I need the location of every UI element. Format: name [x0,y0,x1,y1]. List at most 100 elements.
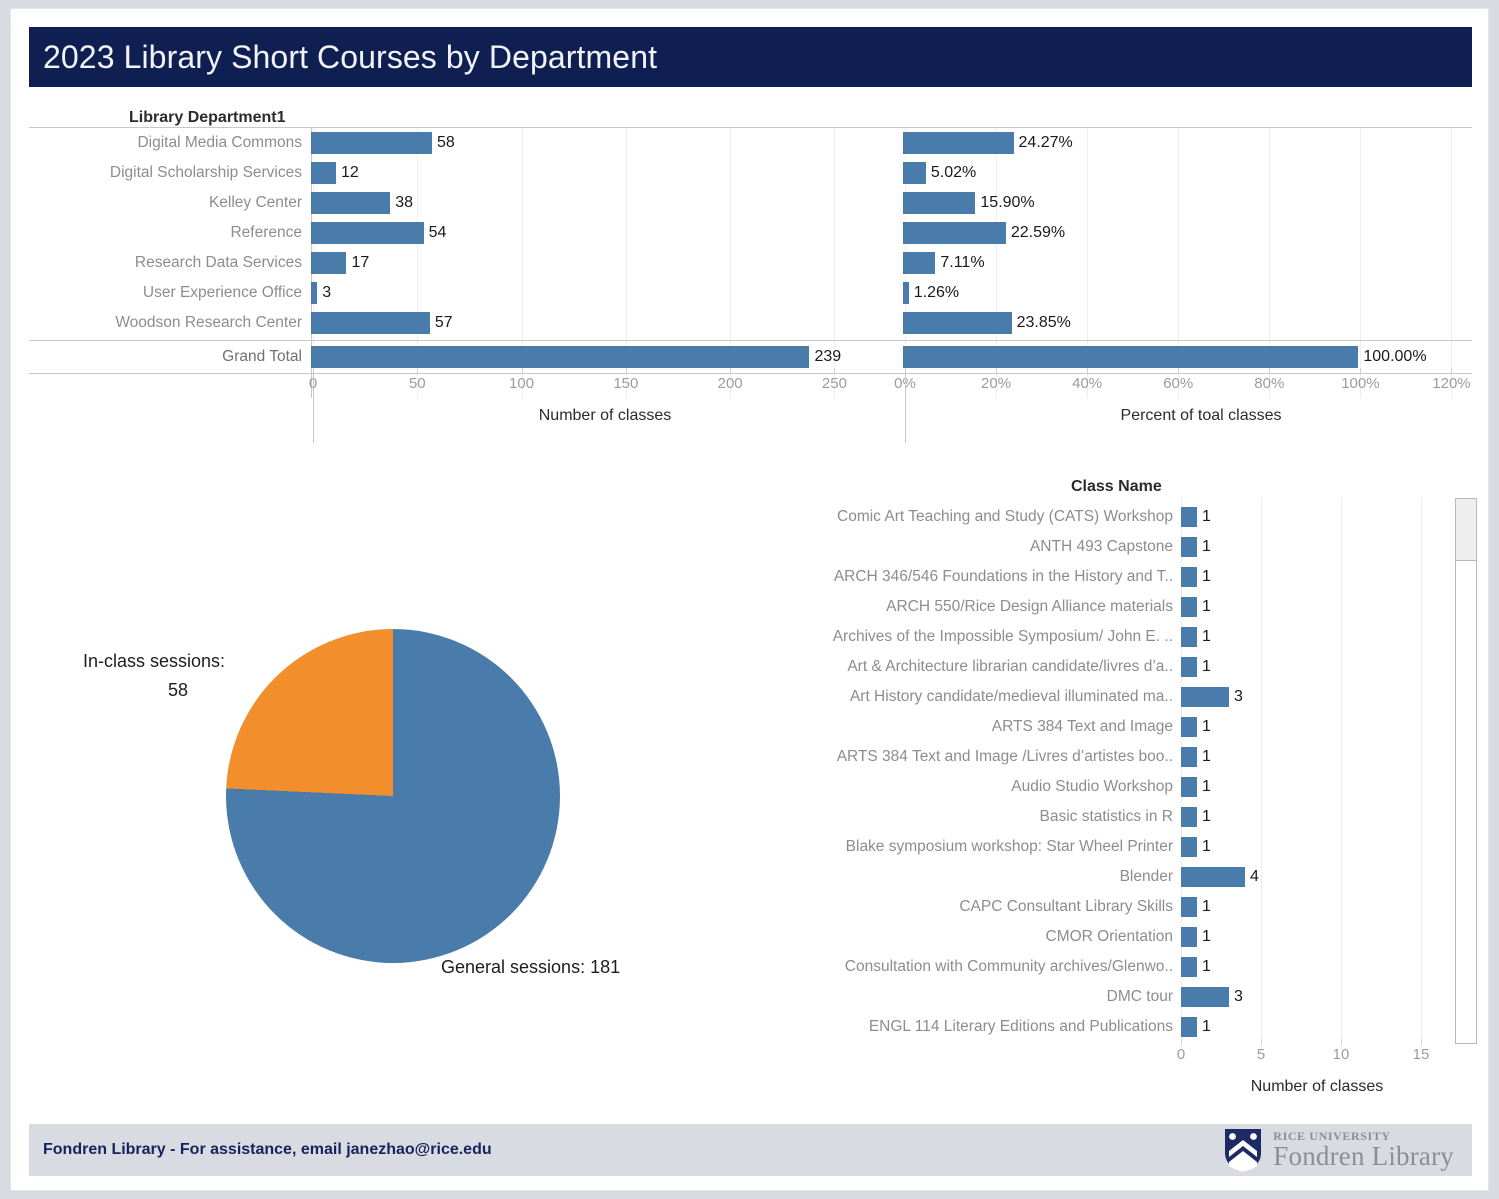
class-bar[interactable] [1181,927,1197,947]
dashboard-root: 2023 Library Short Courses by Department… [10,8,1489,1191]
percent-tick-label: 80% [1254,375,1285,392]
class-bar[interactable] [1181,567,1197,587]
class-bar-cell: 1 [1181,742,1453,772]
count-bar[interactable] [311,346,810,368]
percent-bar[interactable] [903,312,1012,334]
count-value-label: 57 [434,314,453,331]
class-name-label: ARCH 346/546 Foundations in the History … [833,568,1173,585]
count-bar-cell: 58 [311,132,895,154]
percent-bar-cell: 22.59% [903,222,1495,244]
class-bar[interactable] [1181,807,1197,827]
class-bar[interactable] [1181,597,1197,617]
class-value-label: 1 [1202,808,1211,825]
percent-bar[interactable] [903,162,926,184]
count-bar[interactable] [311,222,424,244]
class-row[interactable]: Consultation with Community archives/Gle… [741,952,1453,982]
department-row[interactable]: User Experience Office 3 1.26% [29,278,1472,308]
count-tick-label: 250 [821,375,847,392]
pie-in-class-value: 58 [167,679,189,700]
department-row[interactable]: Digital Scholarship Services 12 5.02% [29,158,1472,188]
class-row[interactable]: Blender 4 [741,862,1453,892]
class-bar[interactable] [1181,867,1245,887]
class-bar[interactable] [1181,657,1197,677]
class-row[interactable]: ARCH 346/546 Foundations in the History … [741,562,1453,592]
class-name-rows: Comic Art Teaching and Study (CATS) Work… [741,502,1453,1042]
class-row[interactable]: ARCH 550/Rice Design Alliance materials 1 [741,592,1453,622]
class-value-label: 1 [1202,598,1211,615]
department-row[interactable]: Research Data Services 17 7.11% [29,248,1472,278]
count-axis-spine [313,371,314,443]
class-bar-cell: 1 [1181,802,1453,832]
class-bar[interactable] [1181,747,1197,767]
class-bar-cell: 4 [1181,862,1453,892]
percent-bar[interactable] [903,192,976,214]
percent-value-label: 5.02% [930,164,977,181]
class-row[interactable]: ARTS 384 Text and Image 1 [741,712,1453,742]
percent-bar[interactable] [903,132,1014,154]
count-bar-cell: 12 [311,162,895,184]
class-bar[interactable] [1181,777,1197,797]
percent-tick-mark [1087,368,1089,373]
count-tick-mark [625,368,627,373]
percent-bar[interactable] [903,222,1006,244]
percent-bar[interactable] [903,252,936,274]
count-bar[interactable] [311,162,337,184]
class-bar[interactable] [1181,837,1197,857]
percent-value-label: 7.11% [940,254,985,271]
percent-bar-cell: 7.11% [903,252,1495,274]
count-bar[interactable] [311,252,347,274]
class-row[interactable]: ENGL 114 Literary Editions and Publicati… [741,1012,1453,1042]
class-bar[interactable] [1181,537,1197,557]
count-bar[interactable] [311,192,391,214]
count-bar[interactable] [311,312,430,334]
class-bar[interactable] [1181,507,1197,527]
class-name-label: Audio Studio Workshop [1011,778,1173,795]
class-row[interactable]: Archives of the Impossible Symposium/ Jo… [741,622,1453,652]
class-name-label: Blake symposium workshop: Star Wheel Pri… [845,838,1173,855]
class-row[interactable]: ANTH 493 Capstone 1 [741,532,1453,562]
department-row[interactable]: Reference 54 22.59% [29,218,1472,248]
sessions-pie-panel: In-class sessions: 58 General sessions: … [71,479,731,1039]
class-bar[interactable] [1181,987,1229,1007]
grand-total-row[interactable]: Grand Total 239 100.00% [29,342,1472,372]
class-row[interactable]: Basic statistics in R 1 [741,802,1453,832]
bar-pair: 38 15.90% [311,188,1472,218]
department-row[interactable]: Digital Media Commons 58 24.27% [29,128,1472,158]
class-row[interactable]: ARTS 384 Text and Image /Livres d’artist… [741,742,1453,772]
percent-bar[interactable] [903,346,1359,368]
class-name-label: CMOR Orientation [1045,928,1173,945]
class-value-label: 3 [1234,988,1243,1005]
percent-tick-label: 120% [1432,375,1471,392]
class-row[interactable]: Art & Architecture librarian candidate/l… [741,652,1453,682]
class-row[interactable]: DMC tour 3 [741,982,1453,1012]
class-bar[interactable] [1181,897,1197,917]
class-row[interactable]: Audio Studio Workshop 1 [741,772,1453,802]
department-row[interactable]: Woodson Research Center 57 23.85% [29,308,1472,338]
department-chart-panel: Library Department1 Digital Media Common… [29,101,1472,461]
department-row[interactable]: Kelley Center 38 15.90% [29,188,1472,218]
bar-pair: 58 24.27% [311,128,1472,158]
class-bar[interactable] [1181,717,1197,737]
dashboard-footer: Fondren Library - For assistance, email … [29,1124,1472,1176]
class-value-label: 1 [1202,538,1211,555]
class-name-label: Archives of the Impossible Symposium/ Jo… [832,628,1173,645]
class-list-scrollbar[interactable] [1455,498,1477,1044]
class-bar[interactable] [1181,957,1197,977]
count-bar-cell: 3 [311,282,895,304]
class-bar[interactable] [1181,627,1197,647]
class-bar[interactable] [1181,1017,1197,1037]
class-row[interactable]: Comic Art Teaching and Study (CATS) Work… [741,502,1453,532]
class-name-label: Basic statistics in R [1039,808,1173,825]
class-list-scrollbar-thumb[interactable] [1456,499,1476,561]
count-tick-label: 100 [509,375,535,392]
count-value-label: 12 [341,164,359,181]
sessions-pie-chart[interactable] [226,629,560,963]
class-row[interactable]: Art History candidate/medieval illuminat… [741,682,1453,712]
count-tick-label: 50 [408,375,426,392]
count-bar[interactable] [311,132,432,154]
class-bar[interactable] [1181,687,1229,707]
class-tick-mark [1181,1039,1182,1044]
class-row[interactable]: Blake symposium workshop: Star Wheel Pri… [741,832,1453,862]
class-row[interactable]: CAPC Consultant Library Skills 1 [741,892,1453,922]
class-row[interactable]: CMOR Orientation 1 [741,922,1453,952]
